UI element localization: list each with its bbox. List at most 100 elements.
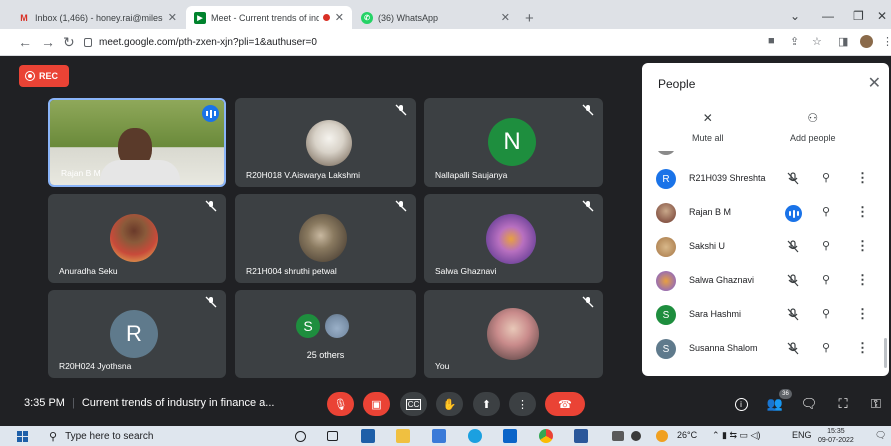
add-people-button[interactable]: ⚇ Add people xyxy=(790,111,836,143)
participant-tile-aiswarya[interactable]: R20H018 V.Aiswarya Lakshmi xyxy=(235,98,416,187)
participant-photo xyxy=(487,308,539,360)
phone-hangup-icon: ☎ xyxy=(558,398,572,411)
maximize-button[interactable]: ❐ xyxy=(853,9,864,23)
tile-name: R20H018 V.Aiswarya Lakshmi xyxy=(246,170,361,180)
others-tile[interactable]: S 25 others xyxy=(235,290,416,378)
raise-hand-button[interactable]: ✋ xyxy=(436,392,463,416)
new-tab-button[interactable]: + xyxy=(525,10,534,27)
taskbar-search[interactable]: ⚲ Type here to search xyxy=(49,426,269,446)
mail-icon[interactable] xyxy=(503,429,517,443)
rec-label: REC xyxy=(39,71,59,81)
bookmark-star-icon[interactable]: ☆ xyxy=(812,35,822,48)
task-view-icon[interactable] xyxy=(327,431,338,441)
more-options-button[interactable]: ⋮ xyxy=(509,392,536,416)
reload-icon[interactable]: ↻ xyxy=(63,34,75,51)
word-icon[interactable] xyxy=(574,429,588,443)
camera-toggle-button[interactable]: ▣ xyxy=(363,392,390,416)
participant-tile-shruthi[interactable]: R21H004 shruthi petwal xyxy=(235,194,416,283)
participant-tile-rajan[interactable]: Rajan B M xyxy=(48,98,226,187)
minimize-button[interactable]: — xyxy=(822,9,834,23)
chrome-icon[interactable] xyxy=(539,429,553,443)
language-indicator[interactable]: ENG xyxy=(792,430,812,440)
list-item[interactable]: Salwa Ghaznavi ⚲ ⋮ xyxy=(642,264,889,298)
close-panel-button[interactable]: ✕ xyxy=(868,73,881,93)
tray-icons[interactable]: ⌃ ▮ ⇆ ▭ ◁) xyxy=(712,430,760,441)
tab-whatsapp[interactable]: ✆ (36) WhatsApp ✕ xyxy=(353,6,518,29)
camera-icon[interactable]: ■ xyxy=(768,35,775,47)
activities-button[interactable]: ⛶ xyxy=(833,394,853,414)
participant-tile-saujanya[interactable]: N Nallapalli Saujanya xyxy=(424,98,603,187)
participant-name: Sakshi U xyxy=(689,241,726,251)
captions-button[interactable]: CC xyxy=(400,392,427,416)
app-icon[interactable] xyxy=(631,431,641,441)
list-item[interactable]: S Sara Hashmi ⚲ ⋮ xyxy=(642,298,889,332)
share-icon[interactable]: ⇪ xyxy=(790,35,799,48)
list-item[interactable]: S Susanna Shalom ⚲ ⋮ xyxy=(642,332,889,366)
participant-list[interactable]: ⚲ ⋮ R R21H039 Shreshta ⚲ ⋮ Rajan B M ⚲ ⋮… xyxy=(642,151,889,376)
close-tab-icon[interactable]: ✕ xyxy=(335,11,344,24)
app-icon[interactable] xyxy=(361,429,375,443)
app-icon[interactable] xyxy=(612,431,624,441)
app-icon[interactable] xyxy=(432,429,446,443)
list-item[interactable]: Rajan B M ⚲ ⋮ xyxy=(642,196,889,230)
participant-tile-salwa[interactable]: Salwa Ghaznavi xyxy=(424,194,603,283)
more-options-icon[interactable]: ⋮ xyxy=(856,306,869,322)
pin-icon[interactable]: ⚲ xyxy=(822,171,830,184)
pin-icon[interactable]: ⚲ xyxy=(822,273,830,286)
present-button[interactable]: ⬆ xyxy=(473,392,500,416)
record-icon xyxy=(25,71,35,81)
participant-tile-anuradha[interactable]: Anuradha Seku xyxy=(48,194,226,283)
cortana-icon[interactable] xyxy=(295,431,306,442)
list-item[interactable]: Sakshi U ⚲ ⋮ xyxy=(642,230,889,264)
windows-start-icon[interactable] xyxy=(17,431,28,442)
more-options-icon[interactable]: ⋮ xyxy=(856,151,869,152)
close-window-button[interactable]: ✕ xyxy=(877,9,887,23)
close-tab-icon[interactable]: ✕ xyxy=(501,11,510,24)
pin-icon[interactable]: ⚲ xyxy=(822,341,830,354)
tab-gmail[interactable]: M Inbox (1,466) - honey.rai@milese ✕ xyxy=(10,6,185,29)
participant-photo xyxy=(323,312,351,340)
pin-icon[interactable]: ⚲ xyxy=(822,307,830,320)
gmail-icon: M xyxy=(20,12,28,23)
participant-tile-jyothsna[interactable]: R R20H024 Jyothsna xyxy=(48,290,226,378)
weather-icon[interactable] xyxy=(656,430,668,442)
meeting-info-button[interactable]: i xyxy=(731,394,751,414)
close-tab-icon[interactable]: ✕ xyxy=(168,11,177,24)
mute-all-button[interactable]: ✕ Mute all xyxy=(692,111,724,143)
file-explorer-icon[interactable] xyxy=(396,429,410,443)
mic-toggle-button[interactable]: 🎙 xyxy=(327,392,354,416)
others-count-label: 25 others xyxy=(306,350,345,360)
avatar xyxy=(656,271,676,291)
side-panel-icon[interactable]: ◨ xyxy=(838,35,848,48)
host-controls-button[interactable]: ⚿ xyxy=(866,394,886,414)
system-clock[interactable]: 15:35 09-07-2022 xyxy=(818,427,854,445)
pin-icon[interactable]: ⚲ xyxy=(822,205,830,218)
list-item[interactable]: ⚲ ⋮ xyxy=(642,151,889,162)
tab-title: (36) WhatsApp xyxy=(378,12,439,23)
more-options-icon[interactable]: ⋮ xyxy=(856,204,869,220)
url-field[interactable]: meet.google.com/pth-zxen-xjn?pli=1&authu… xyxy=(84,33,754,52)
mic-off-icon xyxy=(787,172,799,185)
tab-title: Meet - Current trends of ind xyxy=(211,12,319,23)
tab-meet[interactable]: ▶ Meet - Current trends of ind ✕ xyxy=(186,6,352,29)
notifications-icon[interactable]: 🗨 xyxy=(875,430,886,441)
meeting-controls-bar: 3:35 PM | Current trends of industry in fi… xyxy=(0,384,891,424)
scrollbar[interactable] xyxy=(884,338,887,368)
menu-dots-icon[interactable]: ⋮ xyxy=(882,35,891,48)
more-options-icon[interactable]: ⋮ xyxy=(856,272,869,288)
chat-button[interactable]: 🗨 xyxy=(799,394,819,414)
back-arrow-icon[interactable]: ← xyxy=(18,34,32,50)
end-call-button[interactable]: ☎ xyxy=(545,392,585,416)
more-options-icon[interactable]: ⋮ xyxy=(856,340,869,356)
more-options-icon[interactable]: ⋮ xyxy=(856,238,869,254)
temperature[interactable]: 26°C xyxy=(677,430,697,440)
participant-count-badge: 36 xyxy=(779,389,792,399)
pin-icon[interactable]: ⚲ xyxy=(822,239,830,252)
tab-search-icon[interactable]: ⌄ xyxy=(790,9,800,23)
more-options-icon[interactable]: ⋮ xyxy=(856,170,869,186)
edge-browser-icon[interactable] xyxy=(468,429,482,443)
profile-avatar[interactable] xyxy=(860,35,873,48)
participant-tile-you[interactable]: You xyxy=(424,290,603,378)
forward-arrow-icon[interactable]: → xyxy=(41,34,55,50)
list-item[interactable]: R R21H039 Shreshta ⚲ ⋮ xyxy=(642,162,889,196)
